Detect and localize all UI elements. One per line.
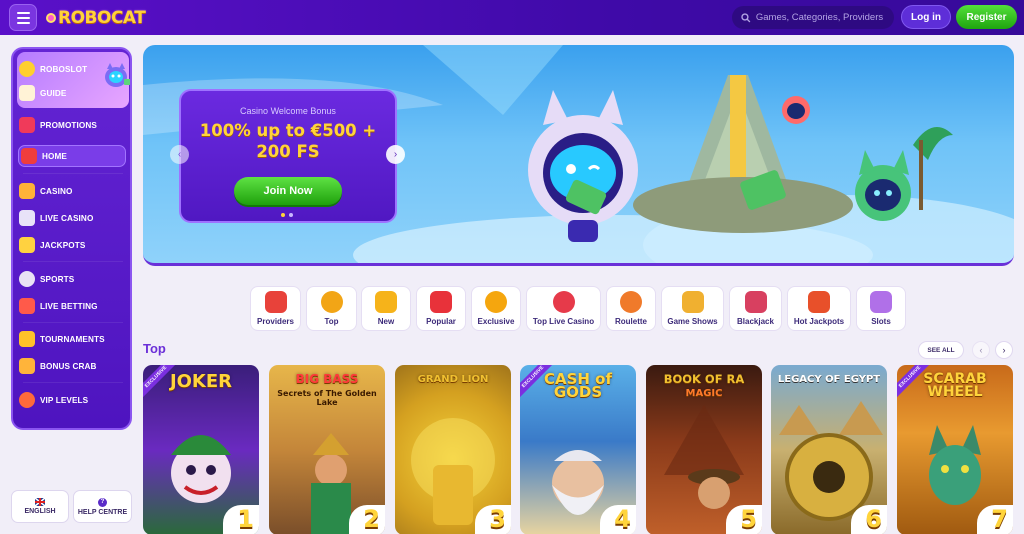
sidebar-item-vip-levels[interactable]: VIP LEVELS <box>19 389 88 411</box>
cards-icon <box>744 291 767 313</box>
logo-text: ROBOCAT <box>58 8 146 28</box>
sidebar-item-tournaments[interactable]: TOURNAMENTS <box>19 328 105 350</box>
sidebar-item-bonus-crab[interactable]: BONUS CRAB <box>19 355 97 377</box>
sidebar-divider <box>23 382 123 383</box>
search-input[interactable] <box>755 12 894 23</box>
sidebar-item-roboslot[interactable]: ROBOSLOT <box>19 58 87 80</box>
top-bar: ROBOCAT Log in Register <box>0 0 1024 35</box>
sidebar-item-home[interactable]: HOME <box>18 145 126 167</box>
chip-icon <box>552 291 575 313</box>
sidebar-item-live-casino[interactable]: LIVE CASINO <box>19 207 93 229</box>
ball-icon <box>19 271 35 287</box>
dice-icon <box>19 183 35 199</box>
game-tile-big-bass[interactable]: BIG BASS Secrets of The Golden Lake 2 <box>269 365 385 534</box>
bonus-headline: 100% up to €500 + 200 FS <box>199 121 377 161</box>
trophy-icon <box>19 331 35 347</box>
uk-flag-icon <box>35 498 45 506</box>
category-slots[interactable]: Slots <box>856 286 906 331</box>
carousel-dots <box>281 213 293 217</box>
hero-prev-button[interactable]: ‹ <box>170 145 189 164</box>
rank-number: 5 <box>740 505 757 533</box>
menu-icon <box>16 11 30 14</box>
chevron-right-icon: › <box>1002 345 1006 355</box>
bell-icon <box>375 291 397 313</box>
rank-number: 4 <box>614 505 631 533</box>
game-tile-scarab-wheel[interactable]: EXCLUSIVE SCARAB WHEEL 7 <box>897 365 1013 534</box>
rank-number: 6 <box>865 505 882 533</box>
category-popular[interactable]: Popular <box>416 286 466 331</box>
rank-number: 7 <box>991 505 1008 533</box>
roulette-icon <box>620 291 642 313</box>
category-new[interactable]: New <box>361 286 411 331</box>
gift-icon <box>19 117 35 133</box>
vip-icon <box>19 392 35 408</box>
hero-banner[interactable]: Casino Welcome Bonus 100% up to €500 + 2… <box>143 45 1014 266</box>
carousel-dot-active[interactable] <box>281 213 285 217</box>
help-icon: ? <box>98 497 107 507</box>
game-shows-icon <box>681 291 704 313</box>
help-centre-button[interactable]: ? HELP CENTRE <box>73 490 132 523</box>
search-icon <box>741 12 751 22</box>
category-hot-jackpots[interactable]: Hot Jackpots <box>787 286 851 331</box>
live-icon <box>19 298 35 314</box>
join-now-button[interactable]: Join Now <box>234 177 342 205</box>
cards-icon <box>19 210 35 226</box>
language-button[interactable]: ENGLISH <box>11 490 69 523</box>
category-roulette[interactable]: Roulette <box>606 286 656 331</box>
sidebar-divider <box>23 261 123 262</box>
slot-seven-icon <box>808 291 830 313</box>
category-top[interactable]: Top <box>306 286 357 331</box>
sidebar-divider <box>23 173 123 174</box>
logo-icon <box>46 13 56 23</box>
jackpot-icon <box>19 237 35 253</box>
category-game-shows[interactable]: Game Shows <box>661 286 724 331</box>
welcome-bonus-card: Casino Welcome Bonus 100% up to €500 + 2… <box>179 89 397 223</box>
category-blackjack[interactable]: Blackjack <box>729 286 782 331</box>
gem-icon <box>485 291 507 313</box>
logo[interactable]: ROBOCAT <box>46 6 146 30</box>
robocat-mascot-icon <box>105 63 130 87</box>
bonus-subtitle: Casino Welcome Bonus <box>240 106 336 116</box>
sidebar-item-jackpots[interactable]: JACKPOTS <box>19 234 85 256</box>
star-icon <box>430 291 452 313</box>
sidebar-item-live-betting[interactable]: LIVE BETTING <box>19 295 98 317</box>
section-title-top: Top <box>143 341 166 356</box>
game-tile-joker[interactable]: EXCLUSIVE JOKER 1 <box>143 365 259 534</box>
category-top-live-casino[interactable]: Top Live Casino <box>526 286 601 331</box>
see-all-button[interactable]: SEE ALL <box>918 341 964 359</box>
rank-number: 3 <box>489 505 506 533</box>
sidebar-divider <box>23 322 123 323</box>
search-bar[interactable] <box>732 6 894 29</box>
sidebar-item-guide[interactable]: GUIDE <box>19 82 66 104</box>
category-providers[interactable]: Providers <box>250 286 301 331</box>
menu-button[interactable] <box>9 4 37 31</box>
game-tile-book-of-ra[interactable]: BOOK OF RA MAGIC 5 <box>646 365 762 534</box>
login-button[interactable]: Log in <box>901 5 951 29</box>
home-icon <box>21 148 37 164</box>
game-tile-cash-of-gods[interactable]: EXCLUSIVE CASH of GODS 4 <box>520 365 636 534</box>
top-prev-button[interactable]: ‹ <box>972 341 990 359</box>
hero-next-button[interactable]: › <box>386 145 405 164</box>
guide-icon <box>19 85 35 101</box>
crab-icon <box>19 358 35 374</box>
sidebar-item-sports[interactable]: SPORTS <box>19 268 74 290</box>
game-tile-legacy-of-egypt[interactable]: LEGACY OF EGYPT 6 <box>771 365 887 534</box>
category-exclusive[interactable]: Exclusive <box>471 286 521 331</box>
chevron-left-icon: ‹ <box>177 149 182 160</box>
providers-icon <box>264 291 287 313</box>
sidebar: ROBOSLOT GUIDE PROMOTIONS HOME CASINO LI… <box>11 47 132 430</box>
top-next-button[interactable]: › <box>995 341 1013 359</box>
sidebar-item-promotions[interactable]: PROMOTIONS <box>19 114 97 136</box>
coin-icon <box>19 61 35 77</box>
sidebar-item-casino[interactable]: CASINO <box>19 180 72 202</box>
rank-number: 2 <box>363 505 380 533</box>
rank-number: 1 <box>237 505 254 533</box>
medal-icon <box>320 291 343 313</box>
game-tile-grand-lion[interactable]: GRAND LION 3 <box>395 365 511 534</box>
chevron-left-icon: ‹ <box>979 345 983 355</box>
register-button[interactable]: Register <box>956 5 1017 29</box>
chevron-right-icon: › <box>393 149 398 160</box>
carousel-dot[interactable] <box>289 213 293 217</box>
slots-icon <box>870 291 892 313</box>
